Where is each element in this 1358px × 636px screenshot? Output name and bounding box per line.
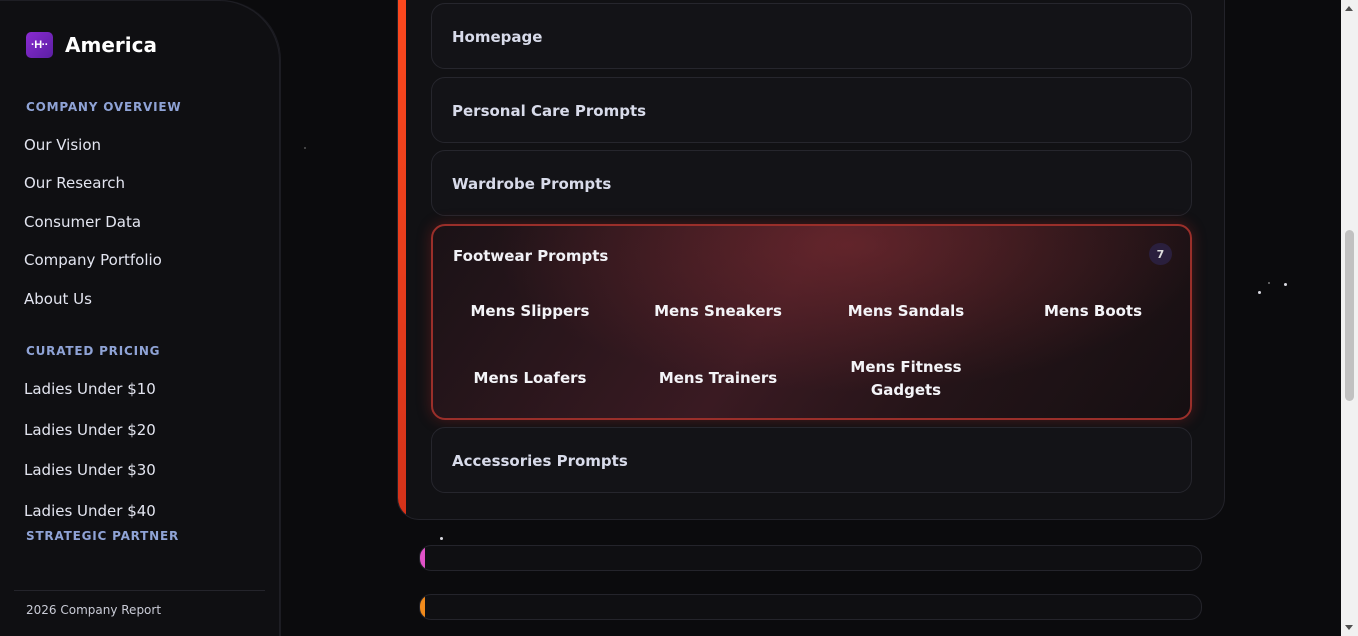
panel-accent-bar bbox=[398, 0, 406, 519]
nav-item-our-vision[interactable]: Our Vision bbox=[24, 136, 101, 154]
subitem-mens-trainers[interactable]: Mens Trainers bbox=[638, 367, 798, 390]
particle-dot bbox=[1284, 283, 1287, 286]
subitem-mens-loafers[interactable]: Mens Loafers bbox=[450, 367, 610, 390]
panel-accent-tip bbox=[420, 546, 425, 570]
page-scrollbar[interactable] bbox=[1341, 0, 1358, 636]
collapsed-panel-1[interactable] bbox=[419, 545, 1202, 571]
accordion-title: Personal Care Prompts bbox=[452, 102, 647, 120]
nav-item-ladies-under-20[interactable]: Ladies Under $20 bbox=[24, 421, 156, 439]
subitem-mens-boots[interactable]: Mens Boots bbox=[1013, 300, 1173, 323]
accordion-homepage[interactable]: Homepage bbox=[431, 3, 1192, 69]
particle-dot bbox=[1268, 282, 1270, 284]
section-heading-curated-pricing: CURATED PRICING bbox=[26, 344, 161, 358]
sidebar: ·H·· America COMPANY OVERVIEW Our Vision… bbox=[0, 0, 281, 636]
panel-accent-tip bbox=[420, 595, 425, 619]
subitem-mens-fitness-gadgets[interactable]: Mens Fitness Gadgets bbox=[836, 356, 976, 402]
accordion-personal-care-prompts[interactable]: Personal Care Prompts bbox=[431, 77, 1192, 143]
accordion-title: Accessories Prompts bbox=[452, 452, 628, 470]
nav-item-ladies-under-40[interactable]: Ladies Under $40 bbox=[24, 502, 156, 520]
brand-logo-icon: ·H·· bbox=[26, 32, 53, 58]
count-badge: 7 bbox=[1149, 243, 1172, 265]
brand-name: America bbox=[65, 33, 157, 57]
accordion-title: Footwear Prompts bbox=[453, 247, 609, 265]
nav-item-ladies-under-30[interactable]: Ladies Under $30 bbox=[24, 461, 156, 479]
sidebar-footer: 2026 Company Report bbox=[26, 603, 162, 617]
scroll-down-icon[interactable] bbox=[1345, 625, 1353, 630]
particle-dot bbox=[304, 147, 306, 149]
scroll-up-icon[interactable] bbox=[1345, 6, 1353, 11]
accordion-wardrobe-prompts[interactable]: Wardrobe Prompts bbox=[431, 150, 1192, 216]
subitem-mens-sandals[interactable]: Mens Sandals bbox=[826, 300, 986, 323]
nav-item-consumer-data[interactable]: Consumer Data bbox=[24, 213, 141, 231]
accordion-footwear-prompts[interactable]: Footwear Prompts 7 Mens Slippers Mens Sn… bbox=[431, 224, 1192, 420]
accordion-accessories-prompts[interactable]: Accessories Prompts bbox=[431, 427, 1192, 493]
section-heading-strategic-partner: STRATEGIC PARTNER bbox=[26, 529, 180, 543]
subitem-mens-sneakers[interactable]: Mens Sneakers bbox=[638, 300, 798, 323]
prompts-panel: Homepage Personal Care Prompts Wardrobe … bbox=[397, 0, 1225, 520]
nav-item-ladies-under-10[interactable]: Ladies Under $10 bbox=[24, 380, 156, 398]
collapsed-panel-2[interactable] bbox=[419, 594, 1202, 620]
accordion-title: Homepage bbox=[452, 28, 543, 46]
nav-item-company-portfolio[interactable]: Company Portfolio bbox=[24, 251, 162, 269]
sidebar-divider bbox=[14, 590, 265, 591]
brand[interactable]: ·H·· America bbox=[26, 32, 157, 58]
section-heading-company-overview: COMPANY OVERVIEW bbox=[26, 100, 182, 114]
particle-dot bbox=[1258, 291, 1261, 294]
scroll-thumb[interactable] bbox=[1345, 230, 1354, 401]
nav-item-our-research[interactable]: Our Research bbox=[24, 174, 125, 192]
nav-item-about-us[interactable]: About Us bbox=[24, 290, 92, 308]
particle-dot bbox=[440, 537, 443, 540]
subitem-mens-slippers[interactable]: Mens Slippers bbox=[450, 300, 610, 323]
accordion-title: Wardrobe Prompts bbox=[452, 175, 612, 193]
